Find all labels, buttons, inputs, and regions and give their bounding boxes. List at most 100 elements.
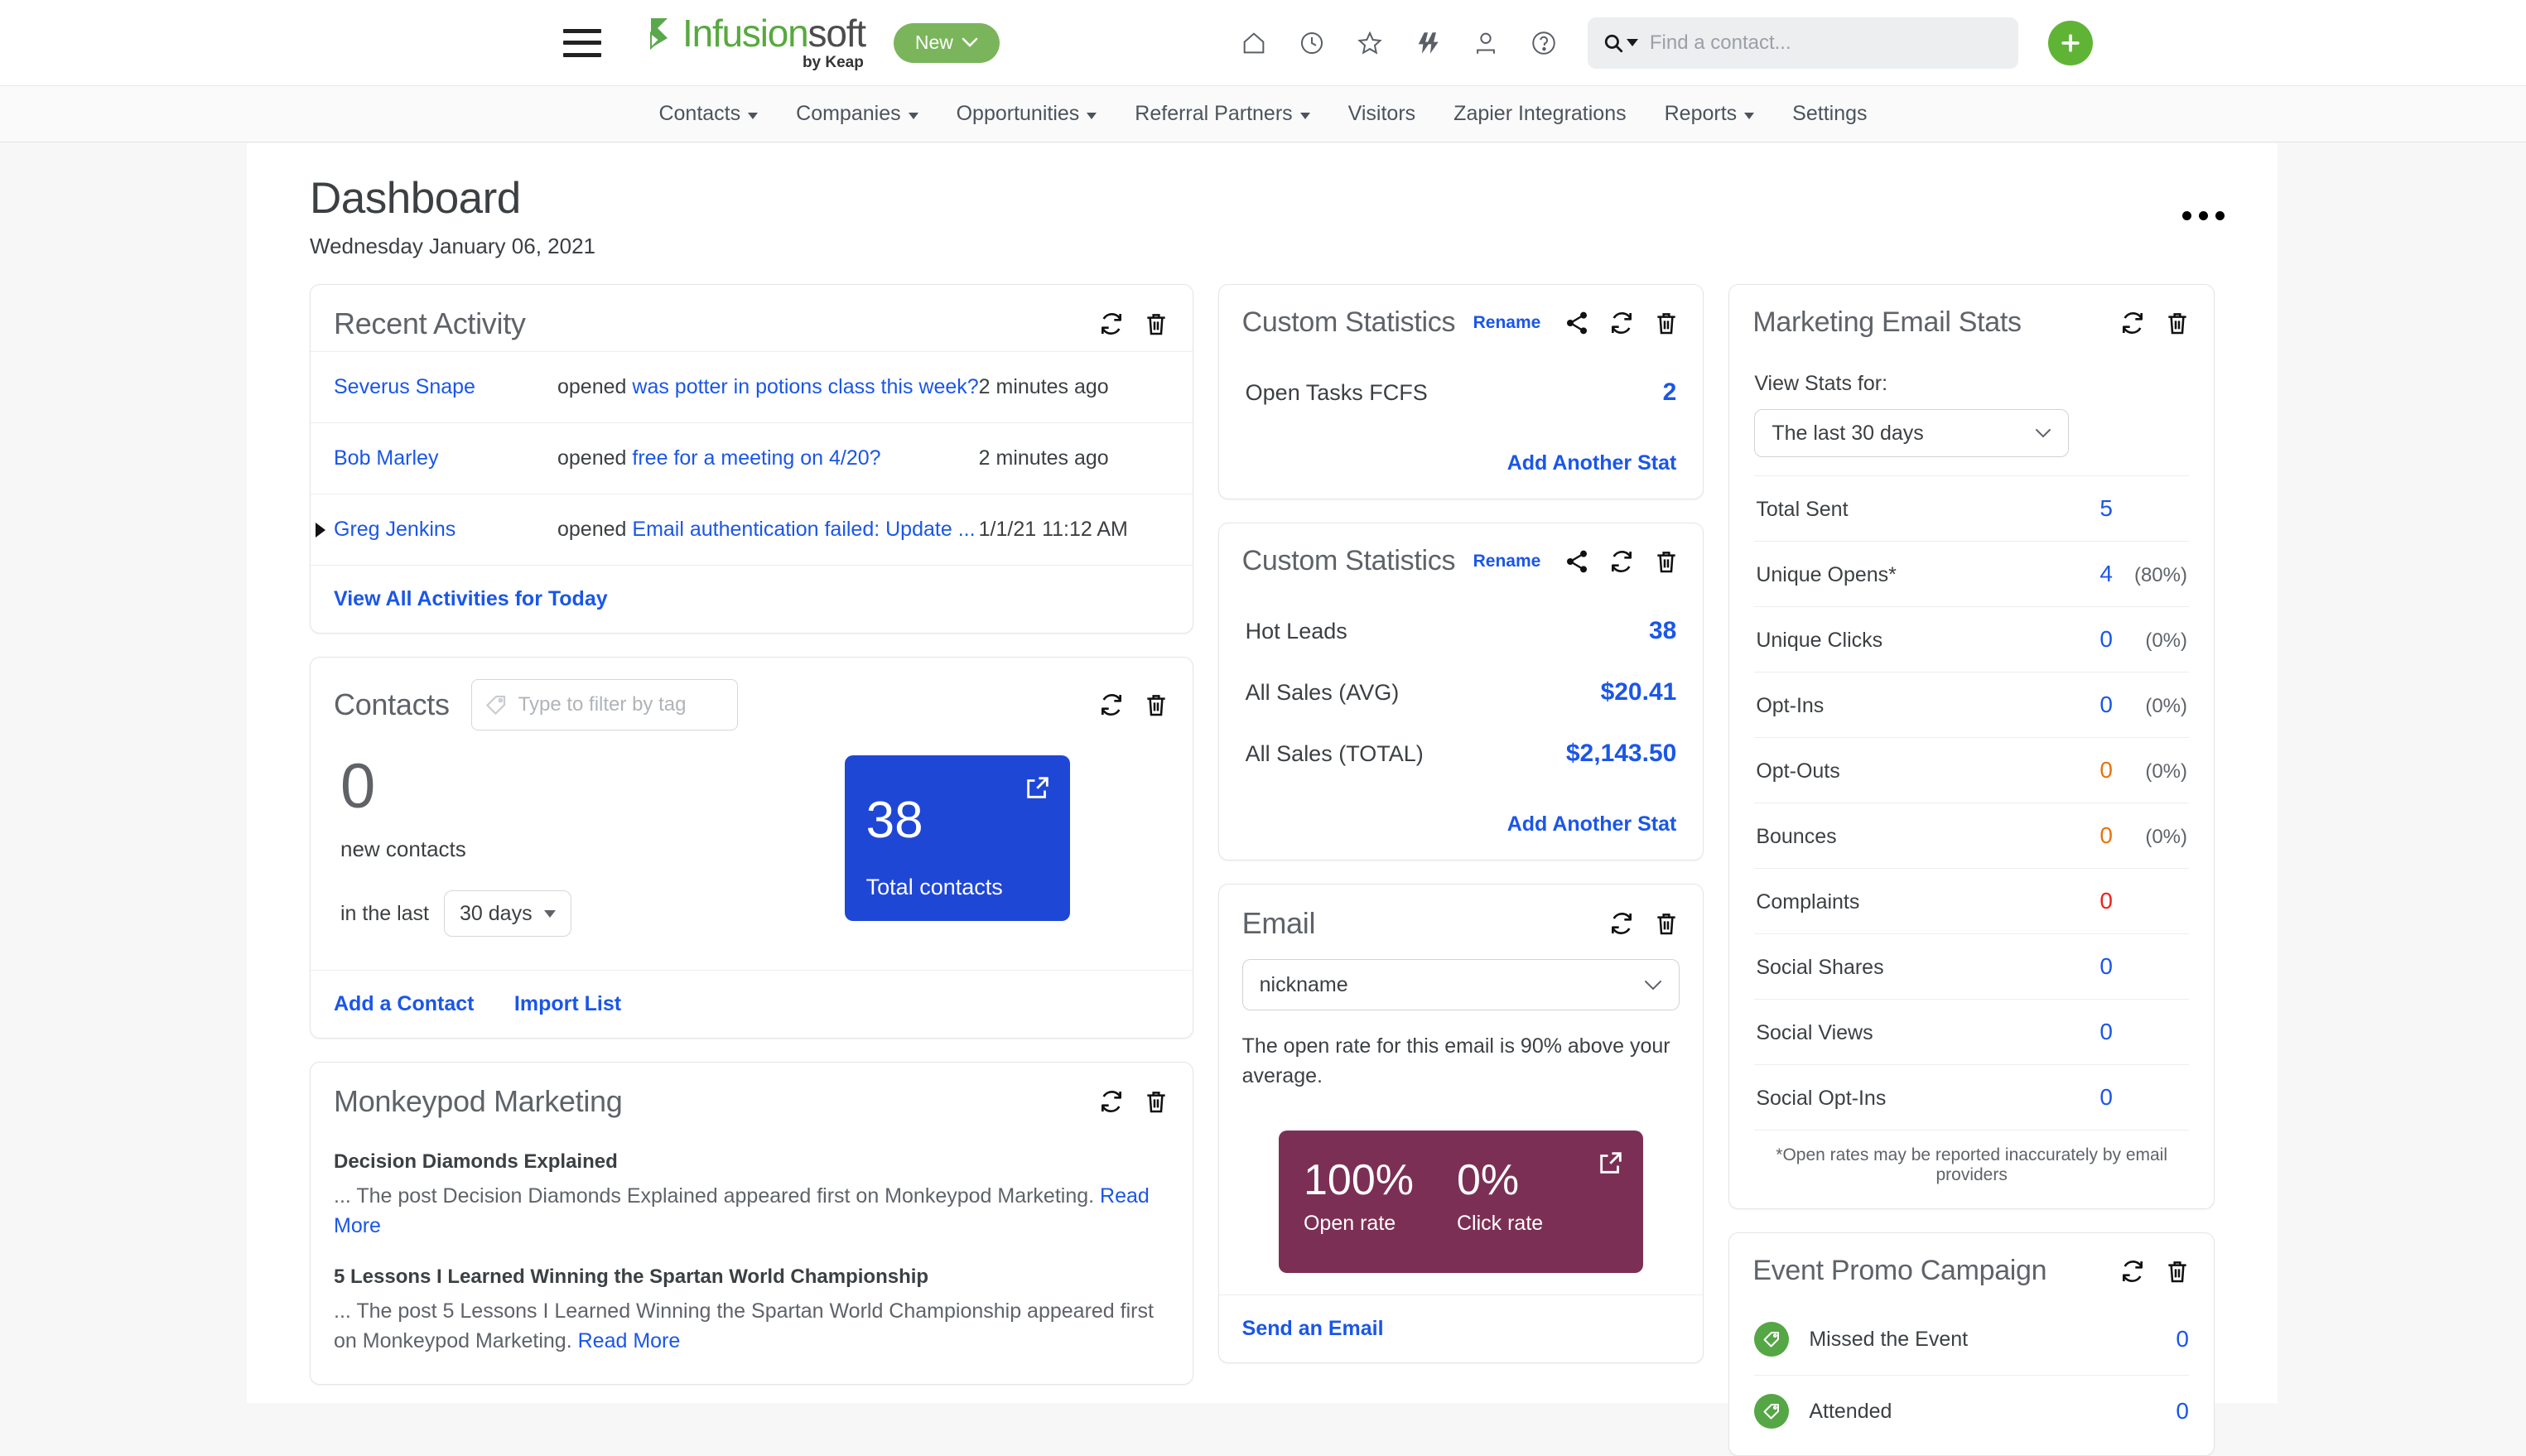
new-contacts-count: 0 — [340, 751, 376, 822]
stat-value: 0 — [2099, 953, 2113, 979]
send-an-email-link[interactable]: Send an Email — [1242, 1317, 1384, 1341]
delete-icon[interactable] — [1653, 548, 1680, 575]
table-row: Social Shares 0 — [1754, 933, 2189, 999]
activity-contact-link[interactable]: Bob Marley — [334, 446, 557, 470]
activity-subject-link[interactable]: was potter in potions class this week? — [632, 375, 978, 398]
person-icon[interactable] — [1472, 29, 1500, 57]
email-select[interactable]: nickname — [1241, 959, 1680, 1010]
share-icon[interactable] — [1564, 548, 1590, 575]
tag-icon — [485, 695, 505, 715]
logo-byline: by Keap — [802, 53, 864, 71]
infusionsoft-logo[interactable]: Infusionsoft by Keap — [649, 14, 866, 72]
external-link-icon[interactable] — [1597, 1149, 1625, 1177]
read-more-link[interactable]: Read More — [578, 1329, 681, 1352]
chevron-down-icon — [1299, 112, 1310, 119]
stat-percent: (0%) — [2145, 826, 2187, 848]
stat-value: 0 — [2099, 888, 2113, 914]
list-item[interactable]: Attended 0 — [1754, 1375, 2189, 1447]
delete-icon[interactable] — [1143, 1088, 1169, 1115]
add-another-stat-link[interactable]: Add Another Stat — [1507, 812, 1677, 836]
external-link-icon[interactable] — [1024, 774, 1052, 802]
import-list-link[interactable]: Import List — [514, 992, 621, 1016]
home-icon[interactable] — [1240, 29, 1268, 57]
contacts-card: Contacts Type to filter by tag 0 new con… — [310, 657, 1193, 1039]
click-rate-value: 0% — [1456, 1156, 1520, 1204]
nav-item-opportunities[interactable]: Opportunities — [938, 102, 1116, 126]
table-row: Opt-Outs 0 (0%) — [1754, 737, 2189, 803]
activity-verb: opened — [557, 375, 627, 398]
stat-value: 0 — [2099, 692, 2113, 717]
add-a-contact-link[interactable]: Add a Contact — [334, 992, 474, 1016]
refresh-icon[interactable] — [1098, 692, 1125, 718]
new-button[interactable]: New — [893, 22, 1000, 63]
page-header: Dashboard Wednesday January 06, 2021 — [280, 143, 2244, 268]
stat-label: Opt-Ins — [1756, 694, 1825, 717]
view-all-activities-link[interactable]: View All Activities for Today — [334, 587, 608, 611]
email-rates-tile[interactable]: 100% Open rate 0% Click rate — [1278, 1131, 1643, 1273]
stat-values: 0 (0%) — [2085, 692, 2187, 718]
chevron-down-icon — [1744, 112, 1755, 119]
chevron-down-icon — [962, 37, 978, 47]
activity-subject-link[interactable]: Email authentication failed: Update ... — [632, 518, 975, 541]
refresh-icon[interactable] — [1608, 310, 1635, 336]
hamburger-icon[interactable] — [563, 28, 601, 57]
delete-icon[interactable] — [1143, 311, 1169, 337]
table-row[interactable]: Severus Snape opened was potter in potio… — [311, 351, 1193, 422]
table-row[interactable]: Bob Marley opened free for a meeting on … — [311, 422, 1193, 494]
card-title: Custom Statistics — [1241, 306, 1456, 338]
more-options-icon[interactable] — [2182, 211, 2225, 220]
list-item[interactable]: Missed the Event 0 — [1754, 1304, 2189, 1375]
total-contacts-tile[interactable]: 38 Total contacts — [844, 755, 1070, 921]
delete-icon[interactable] — [1653, 310, 1680, 336]
refresh-icon[interactable] — [1098, 311, 1125, 337]
add-new-button[interactable] — [2047, 20, 2093, 65]
table-row[interactable]: Greg Jenkins opened Email authentication… — [311, 494, 1193, 565]
table-row: Total Sent 5 — [1754, 475, 2189, 541]
list-item: 5 Lessons I Learned Winning the Spartan … — [334, 1266, 1169, 1356]
lightning-icon[interactable] — [1414, 29, 1442, 57]
search-scope-caret-icon[interactable] — [1626, 39, 1638, 46]
delete-icon[interactable] — [1143, 692, 1169, 718]
nav-item-visitors[interactable]: Visitors — [1329, 102, 1435, 126]
tag-filter-placeholder: Type to filter by tag — [518, 693, 687, 716]
activity-contact-link[interactable]: Greg Jenkins — [334, 518, 557, 542]
stats-range-value: The last 30 days — [1772, 421, 1924, 445]
delete-icon[interactable] — [1653, 910, 1680, 937]
stat-label: Hot Leads — [1245, 619, 1347, 644]
refresh-icon[interactable] — [1608, 548, 1635, 575]
activity-contact-link[interactable]: Severus Snape — [334, 375, 557, 399]
delete-icon[interactable] — [2164, 1258, 2191, 1285]
stat-values: 0 — [2085, 1019, 2187, 1045]
share-icon[interactable] — [1564, 310, 1590, 336]
feed-excerpt-text: ... The post Decision Diamonds Explained… — [334, 1184, 1101, 1208]
email-card: Email nickname The open rate for this em… — [1217, 884, 1704, 1363]
search-input[interactable]: Find a contact... — [1587, 17, 2018, 69]
refresh-icon[interactable] — [1098, 1088, 1125, 1115]
stat-label: Social Views — [1756, 1021, 1873, 1044]
add-another-stat-link[interactable]: Add Another Stat — [1507, 451, 1677, 475]
help-icon[interactable] — [1530, 29, 1558, 57]
clock-icon[interactable] — [1298, 29, 1326, 57]
refresh-icon[interactable] — [2119, 1258, 2146, 1285]
stat-label: Total Sent — [1756, 498, 1849, 521]
delete-icon[interactable] — [2164, 310, 2191, 336]
nav-item-reports[interactable]: Reports — [1646, 102, 1774, 126]
refresh-icon[interactable] — [2119, 310, 2146, 336]
nav-item-contacts[interactable]: Contacts — [639, 102, 777, 126]
nav-item-settings[interactable]: Settings — [1773, 102, 1886, 126]
nav-item-companies[interactable]: Companies — [777, 102, 937, 126]
activity-subject-link[interactable]: free for a meeting on 4/20? — [632, 446, 880, 470]
stat-value: 38 — [1648, 617, 1677, 644]
table-row: Social Opt-Ins 0 — [1754, 1064, 2189, 1130]
event-promo-campaign-card: Event Promo Campaign Missed the Event 0 … — [1728, 1232, 2215, 1456]
nav-item-referral-partners[interactable]: Referral Partners — [1116, 102, 1328, 126]
stats-range-select[interactable]: The last 30 days — [1754, 409, 2070, 457]
nav-item-zapier-integrations[interactable]: Zapier Integrations — [1434, 102, 1645, 126]
email-select-value: nickname — [1259, 972, 1348, 996]
star-icon[interactable] — [1356, 29, 1384, 57]
contacts-range-select[interactable]: 30 days — [444, 890, 571, 937]
tag-filter-input[interactable]: Type to filter by tag — [470, 679, 738, 730]
rename-link[interactable]: Rename — [1473, 313, 1541, 333]
refresh-icon[interactable] — [1608, 910, 1635, 937]
rename-link[interactable]: Rename — [1473, 552, 1541, 571]
